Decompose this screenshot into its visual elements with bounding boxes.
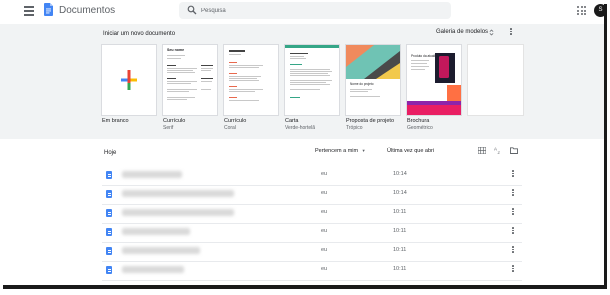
- document-last-opened: 10:11: [393, 228, 407, 234]
- top-bar: Documentos S: [0, 0, 604, 25]
- menu-icon[interactable]: [24, 6, 34, 16]
- document-row[interactable]: eu 10:14: [102, 185, 522, 205]
- template-resume-serif-title: Currículo: [163, 118, 186, 124]
- search-bar[interactable]: [179, 2, 451, 19]
- document-last-opened: 10:11: [393, 209, 407, 215]
- document-icon: [106, 247, 112, 255]
- svg-text:Z: Z: [498, 150, 501, 154]
- document-owner: eu: [321, 190, 328, 196]
- template-resume-coral-subtitle: Coral: [224, 125, 236, 131]
- document-owner: eu: [321, 228, 328, 234]
- thumb-project-text: Nome do projeto: [350, 82, 374, 86]
- template-resume-coral[interactable]: [223, 44, 279, 116]
- document-row[interactable]: eu 10:11: [102, 261, 522, 281]
- document-icon: [106, 228, 112, 236]
- document-owner: eu: [321, 266, 328, 272]
- proposal-cover-art: [346, 45, 400, 79]
- document-icon: [106, 171, 112, 179]
- template-letter[interactable]: [284, 44, 340, 116]
- last-opened-column[interactable]: Última vez que abri: [387, 148, 434, 154]
- document-name-redacted[interactable]: [122, 266, 184, 273]
- more-vert-icon[interactable]: [510, 189, 516, 198]
- template-blank[interactable]: [101, 44, 157, 116]
- brochure-art: [407, 53, 461, 115]
- document-name-redacted[interactable]: [122, 228, 190, 235]
- template-blank-title: Em branco: [102, 118, 129, 124]
- template-gallery-button[interactable]: Galeria de modelos: [436, 29, 488, 35]
- unfold-icon[interactable]: [489, 29, 494, 36]
- page-frame: Documentos S Iniciar um novo documento G…: [0, 0, 610, 295]
- document-owner: eu: [321, 209, 328, 215]
- document-name-redacted[interactable]: [122, 190, 234, 197]
- document-icon: [106, 209, 112, 217]
- docs-logo-icon[interactable]: [44, 3, 53, 16]
- document-icon: [106, 190, 112, 198]
- document-last-opened: 10:14: [393, 190, 407, 196]
- document-row[interactable]: eu 10:11: [102, 223, 522, 243]
- plus-icon: [121, 70, 137, 90]
- dropdown-arrow-icon: ▼: [361, 148, 366, 153]
- document-name-redacted[interactable]: [122, 171, 182, 178]
- document-row[interactable]: eu 10:14: [102, 166, 522, 186]
- template-heading: Iniciar um novo documento: [103, 31, 176, 37]
- document-row[interactable]: eu 10:11: [102, 242, 522, 262]
- template-project-proposal-title: Proposta de projeto: [346, 118, 395, 124]
- document-row[interactable]: eu 10:11: [102, 204, 522, 224]
- template-gallery: Iniciar um novo documento Galeria de mod…: [0, 24, 604, 139]
- document-name-redacted[interactable]: [122, 209, 234, 216]
- list-section-today: Hoje: [104, 150, 117, 156]
- template-resume-coral-title: Currículo: [224, 118, 247, 124]
- more-vert-icon[interactable]: [510, 265, 516, 274]
- document-name-redacted[interactable]: [122, 247, 200, 254]
- grid-view-icon[interactable]: [478, 147, 486, 154]
- avatar[interactable]: S: [594, 4, 604, 17]
- document-owner: eu: [321, 247, 328, 253]
- thumb-name-text: Seu nome: [167, 48, 185, 52]
- document-last-opened: 10:11: [393, 266, 407, 272]
- apps-grid-icon[interactable]: [577, 6, 586, 15]
- template-letter-subtitle: Verde-hortelã: [285, 125, 316, 131]
- docs-window: Documentos S Iniciar um novo documento G…: [0, 0, 604, 285]
- document-last-opened: 10:11: [393, 247, 407, 253]
- more-vert-icon[interactable]: [510, 227, 516, 236]
- search-icon[interactable]: [187, 5, 197, 15]
- owner-filter-button[interactable]: Pertencem a mim ▼: [315, 148, 366, 154]
- folder-icon[interactable]: [510, 147, 518, 154]
- template-resume-serif-subtitle: Serif: [163, 125, 174, 131]
- template-brochure[interactable]: Produto da atualidade: [406, 44, 462, 116]
- template-resume-serif[interactable]: Seu nome: [162, 44, 218, 116]
- document-icon: [106, 266, 112, 274]
- more-vert-icon[interactable]: [510, 208, 516, 217]
- document-owner: eu: [321, 171, 328, 177]
- template-brochure-title: Brochura: [407, 118, 430, 124]
- svg-text:A: A: [494, 146, 497, 151]
- template-more[interactable]: [467, 44, 524, 116]
- document-last-opened: 10:14: [393, 171, 407, 177]
- search-input[interactable]: [201, 5, 441, 16]
- owner-filter-label: Pertencem a mim: [315, 148, 359, 154]
- more-vert-icon[interactable]: [510, 170, 516, 179]
- template-letter-title: Carta: [285, 118, 299, 124]
- app-title[interactable]: Documentos: [59, 5, 115, 16]
- more-vert-icon[interactable]: [508, 28, 514, 37]
- template-project-proposal-subtitle: Trópico: [346, 125, 363, 131]
- template-project-proposal[interactable]: Nome do projeto: [345, 44, 401, 116]
- template-brochure-subtitle: Geométrico: [407, 125, 433, 131]
- more-vert-icon[interactable]: [510, 246, 516, 255]
- sort-az-icon[interactable]: A Z: [494, 146, 502, 154]
